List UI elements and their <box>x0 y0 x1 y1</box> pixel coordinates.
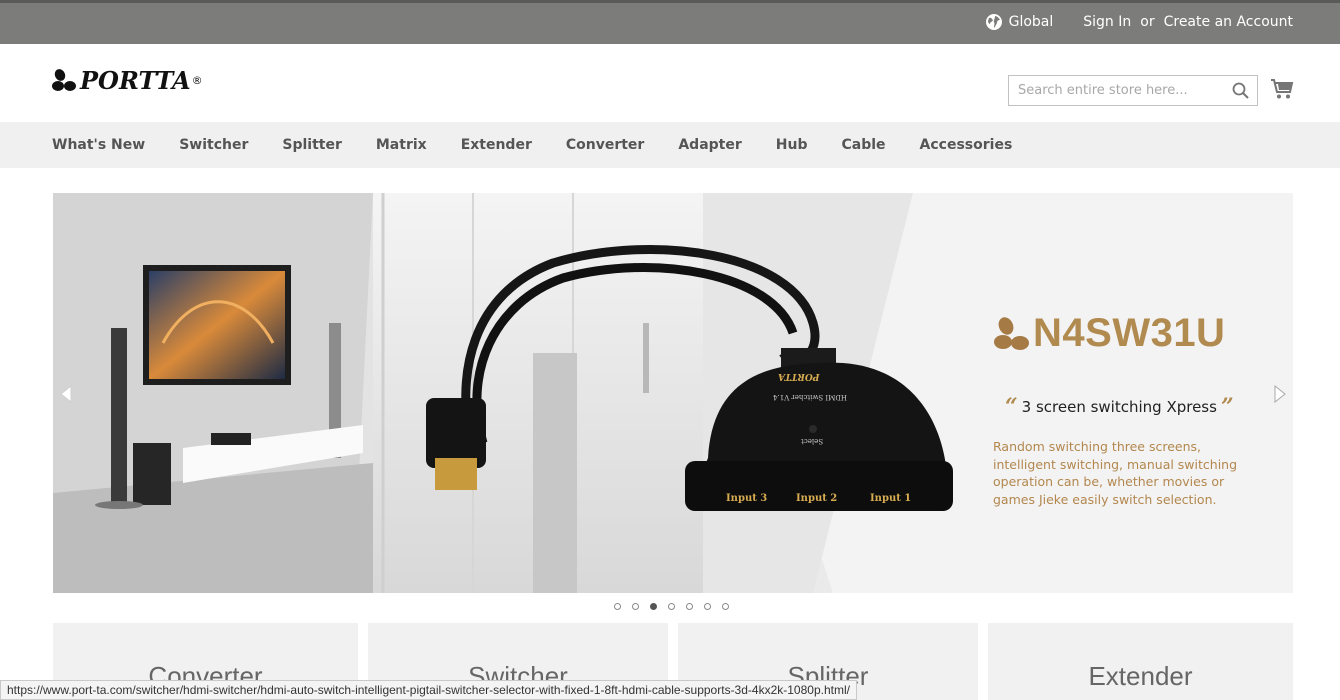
nav-item-extender[interactable]: Extender <box>461 137 532 153</box>
open-quote-icon: “ <box>1005 394 1018 420</box>
input-2-label: Input 2 <box>796 493 838 504</box>
chevron-right-icon <box>1274 384 1286 404</box>
search-input[interactable] <box>1009 76 1219 105</box>
nav-item-whats-new[interactable]: What's New <box>52 137 145 153</box>
carousel-dot-4[interactable] <box>668 603 675 610</box>
category-card-label: Extender <box>1088 661 1193 691</box>
region-label: Global <box>1008 14 1054 30</box>
portta-logo-icon <box>52 68 76 91</box>
device-select-label: Select <box>801 437 824 445</box>
nav-item-accessories[interactable]: Accessories <box>920 137 1013 153</box>
search-button[interactable] <box>1232 82 1249 103</box>
sign-in-link[interactable]: Sign In <box>1083 14 1131 30</box>
top-bar: Global Sign In or Create an Account <box>0 0 1340 44</box>
logo-wordmark: PORTTA <box>80 66 191 95</box>
main-navigation: What's New Switcher Splitter Matrix Exte… <box>0 122 1340 168</box>
nav-item-splitter[interactable]: Splitter <box>282 137 342 153</box>
input-3-label: Input 3 <box>726 493 768 504</box>
header: PORTTA ® <box>0 44 1340 122</box>
brand-leaf-icon <box>994 316 1029 350</box>
switch-select-button-icon <box>809 425 817 433</box>
carousel-dot-2[interactable] <box>632 603 639 610</box>
or-separator: or <box>1140 14 1155 30</box>
carousel-dot-1[interactable] <box>614 603 621 610</box>
cart-icon <box>1271 79 1294 99</box>
region-switcher[interactable]: Global <box>985 13 1054 31</box>
banner-promo: N4SW31U “ 3 screen switching Xpress ” Ra… <box>993 311 1263 508</box>
search-icon <box>1232 82 1249 99</box>
category-card-extender[interactable]: Extender <box>988 623 1293 700</box>
carousel-dot-3[interactable] <box>650 603 657 610</box>
nav-item-matrix[interactable]: Matrix <box>376 137 427 153</box>
nav-item-switcher[interactable]: Switcher <box>179 137 248 153</box>
globe-icon <box>985 14 1002 30</box>
search-box <box>1008 75 1258 106</box>
nav-item-converter[interactable]: Converter <box>566 137 644 153</box>
nav-item-hub[interactable]: Hub <box>776 137 808 153</box>
device-model-label: HDMI Switcher V1.4 <box>773 393 848 401</box>
chevron-left-icon <box>60 384 72 404</box>
promo-model: N4SW31U <box>993 311 1263 356</box>
carousel-dot-6[interactable] <box>704 603 711 610</box>
promo-tagline: “ 3 screen switching Xpress ” <box>1005 394 1263 420</box>
close-quote-icon: ” <box>1220 394 1234 420</box>
hero-banner[interactable]: Input 3 Input 2 Input 1 PORTTA HDMI Swit… <box>53 193 1293 593</box>
logo-registered-mark: ® <box>191 74 203 87</box>
carousel-pagination <box>614 603 740 610</box>
promo-description: Random switching three screens, intellig… <box>993 439 1238 507</box>
cart-button[interactable] <box>1270 78 1294 104</box>
logo[interactable]: PORTTA ® <box>52 66 203 95</box>
carousel-prev-button[interactable] <box>59 384 73 407</box>
promo-model-text: N4SW31U <box>1033 311 1226 355</box>
nav-item-cable[interactable]: Cable <box>841 137 885 153</box>
device-brand-label: PORTTA <box>778 371 820 381</box>
carousel-next-button[interactable] <box>1273 384 1287 407</box>
browser-status-url: https://www.port-ta.com/switcher/hdmi-sw… <box>0 680 857 700</box>
top-links: Global Sign In or Create an Account <box>985 13 1293 31</box>
carousel-dot-5[interactable] <box>686 603 693 610</box>
carousel-dot-7[interactable] <box>722 603 729 610</box>
promo-tagline-text: 3 screen switching Xpress <box>1021 398 1217 416</box>
create-account-link[interactable]: Create an Account <box>1164 14 1293 30</box>
input-1-label: Input 1 <box>870 493 912 504</box>
nav-item-adapter[interactable]: Adapter <box>678 137 741 153</box>
